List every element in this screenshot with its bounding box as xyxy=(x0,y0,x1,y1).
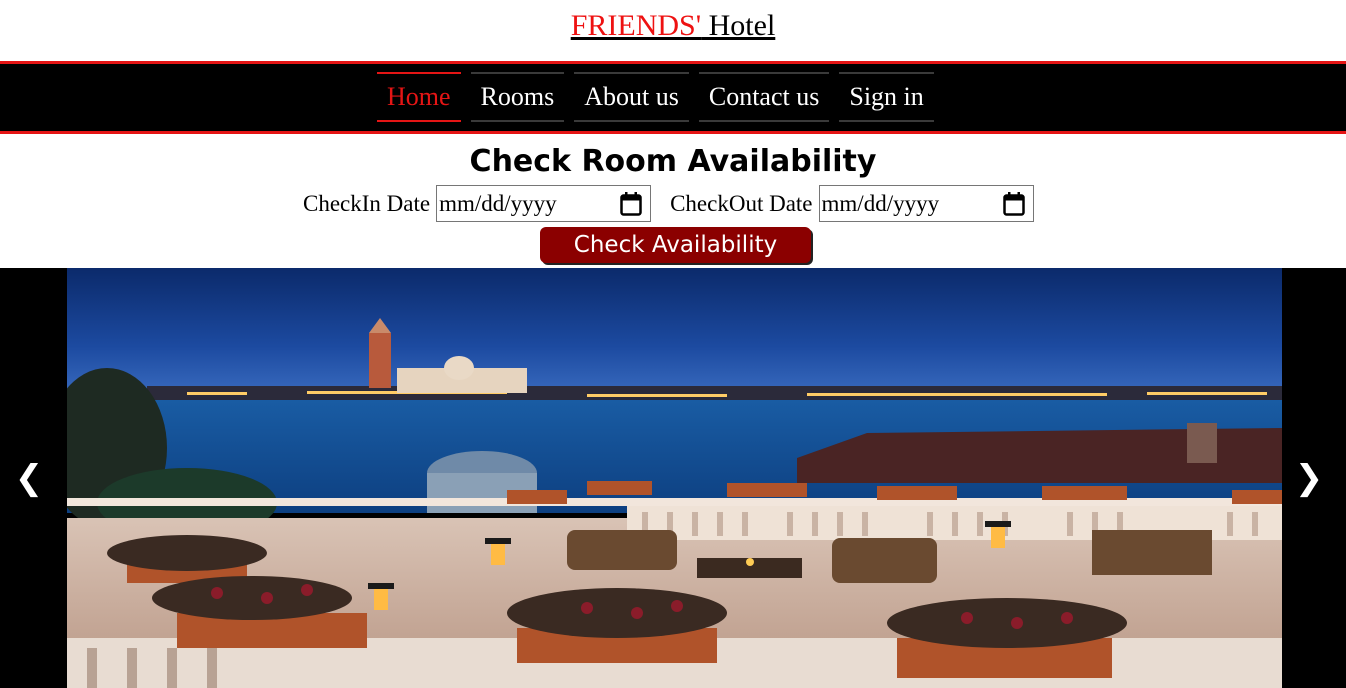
nav-item-rooms[interactable]: Rooms xyxy=(470,72,565,122)
calendar-icon[interactable] xyxy=(1002,191,1025,216)
main-navbar: Home Rooms About us Contact us Sign in xyxy=(0,61,1346,134)
hero-carousel: ❮ ❯ xyxy=(0,268,1346,688)
nav-item-sign-in[interactable]: Sign in xyxy=(839,72,934,122)
calendar-icon[interactable] xyxy=(620,191,642,216)
checkin-label: CheckIn Date xyxy=(303,190,431,216)
nav-item-home[interactable]: Home xyxy=(377,72,461,122)
nav-item-contact-us[interactable]: Contact us xyxy=(698,72,830,122)
checkout-date-input[interactable]: mm/dd/yyyy xyxy=(818,185,1034,222)
nav-list: Home Rooms About us Contact us Sign in xyxy=(377,72,934,122)
checkin-date-input[interactable]: mm/dd/yyyy xyxy=(436,185,652,222)
availability-title: Check Room Availability xyxy=(469,144,877,179)
brand-name-friends: FRIENDS' xyxy=(570,9,702,42)
brand-title[interactable]: FRIENDS' Hotel xyxy=(0,8,1346,44)
nav-item-about-us[interactable]: About us xyxy=(574,72,689,122)
checkout-placeholder: mm/dd/yyyy xyxy=(821,190,940,216)
brand-link[interactable]: FRIENDS' Hotel xyxy=(571,9,776,42)
checkin-placeholder: mm/dd/yyyy xyxy=(439,190,557,216)
brand-name-hotel: Hotel xyxy=(701,9,776,42)
carousel-prev-arrow-icon[interactable]: ❮ xyxy=(14,458,44,498)
carousel-slide-image xyxy=(67,268,1282,688)
carousel-next-arrow-icon[interactable]: ❯ xyxy=(1294,458,1324,498)
checkout-label: CheckOut Date xyxy=(670,190,813,216)
availability-section: Check Room Availability CheckIn Date mm/… xyxy=(0,134,1346,268)
check-availability-button[interactable]: Check Availability xyxy=(540,227,811,263)
date-row: CheckIn Date mm/dd/yyyy CheckOut Date mm… xyxy=(303,185,1034,222)
site-header: FRIENDS' Hotel xyxy=(0,0,1346,61)
